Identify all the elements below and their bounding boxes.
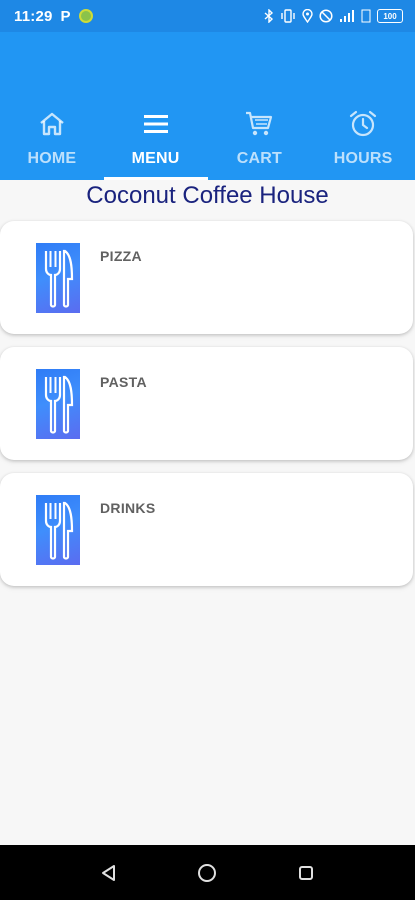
tab-hours-label: HOURS — [333, 150, 393, 167]
page-title: Coconut Coffee House — [86, 182, 329, 209]
tab-menu-label: MENU — [131, 150, 180, 167]
menu-item-label: PIZZA — [100, 248, 142, 264]
do-not-disturb-icon — [319, 9, 333, 23]
recents-icon[interactable] — [286, 853, 326, 893]
location-icon — [302, 9, 313, 23]
system-nav-bar — [0, 845, 415, 900]
cart-icon — [244, 108, 274, 140]
home-icon — [38, 108, 66, 140]
tab-bar: HOME MENU CART HOURS — [0, 100, 415, 180]
fork-knife-icon — [36, 369, 80, 439]
app-bar: HOME MENU CART HOURS — [0, 32, 415, 180]
tab-home-label: HOME — [27, 150, 77, 167]
menu-item-pizza[interactable]: PIZZA — [0, 221, 413, 334]
battery-icon: 100 — [377, 9, 403, 23]
status-right: 100 — [264, 9, 403, 23]
home-circle-icon[interactable] — [187, 853, 227, 893]
status-time: 11:29 — [14, 7, 53, 25]
fork-knife-icon — [36, 495, 80, 565]
alarm-clock-icon — [348, 108, 378, 140]
tab-cart[interactable]: CART — [208, 100, 312, 180]
back-icon[interactable] — [89, 853, 129, 893]
menu-icon — [142, 108, 170, 140]
network-type-icon — [361, 9, 371, 23]
bluetooth-icon — [264, 9, 274, 23]
tab-hours[interactable]: HOURS — [311, 100, 415, 180]
vibrate-icon — [281, 9, 295, 23]
menu-item-label: DRINKS — [100, 500, 156, 516]
menu-item-pasta[interactable]: PASTA — [0, 347, 413, 460]
tab-home[interactable]: HOME — [0, 100, 104, 180]
menu-item-drinks[interactable]: DRINKS — [0, 473, 413, 586]
tab-menu[interactable]: MENU — [103, 100, 208, 180]
signal-icon — [340, 10, 354, 22]
notification-p-icon: P — [60, 7, 71, 25]
tab-cart-label: CART — [236, 150, 282, 167]
status-bar: 11:29 P 100 — [0, 0, 415, 32]
status-left: 11:29 P — [14, 8, 93, 25]
fork-knife-icon — [36, 243, 80, 313]
notification-app-icon — [78, 9, 93, 23]
menu-item-label: PASTA — [100, 374, 147, 390]
